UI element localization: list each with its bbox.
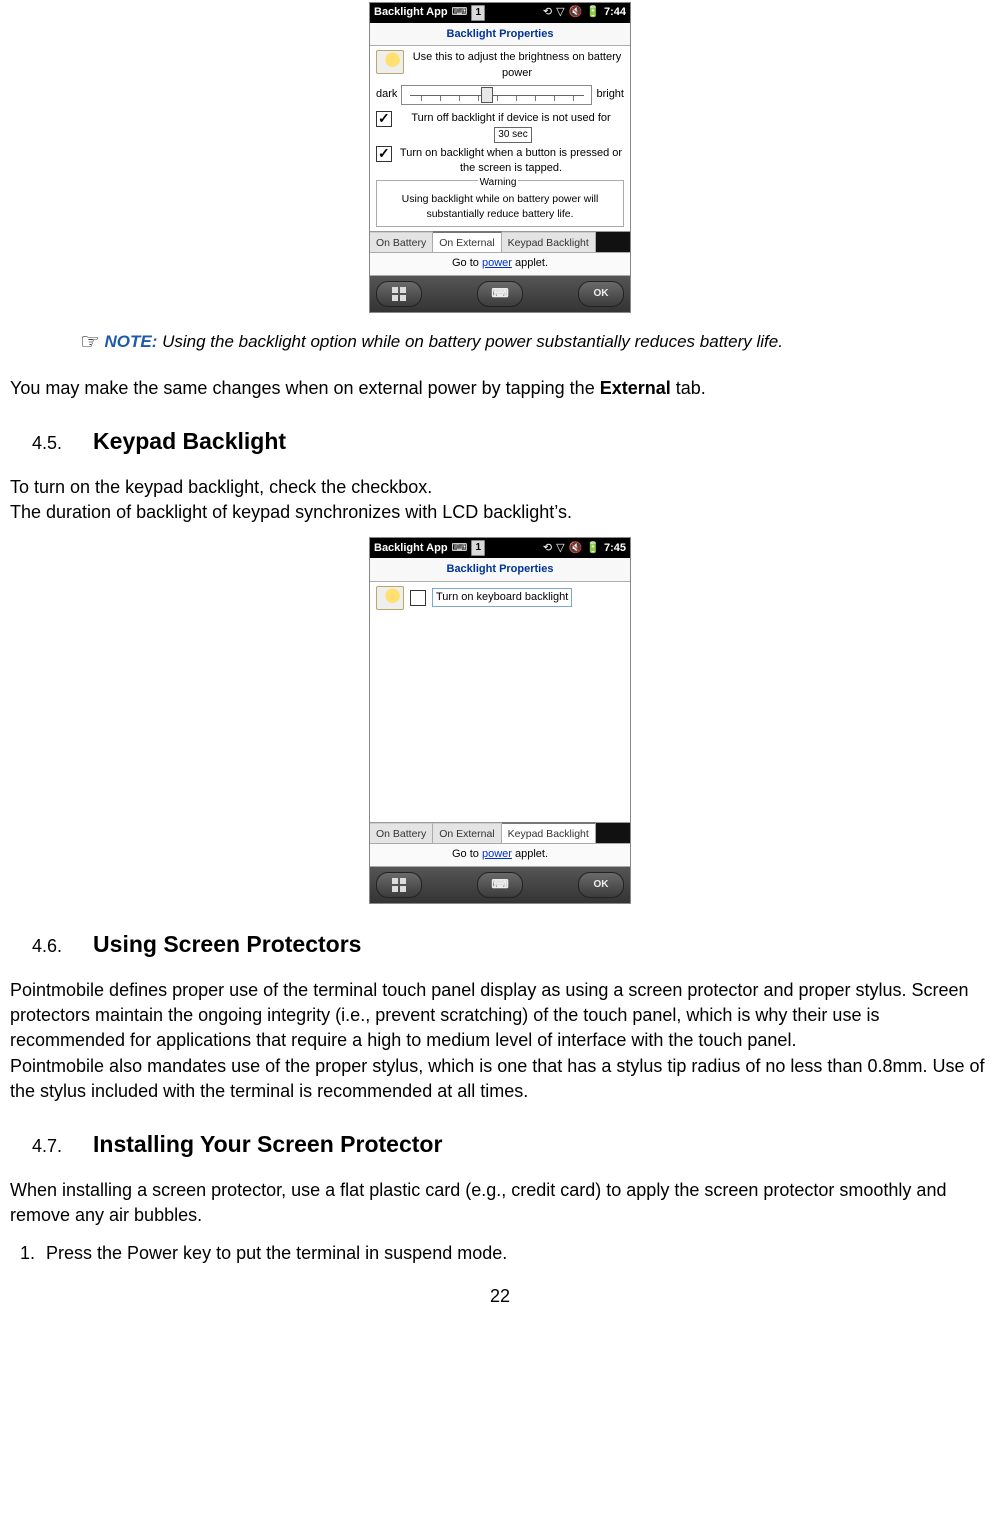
slider-label-bright: bright <box>596 87 624 102</box>
start-button[interactable] <box>376 872 422 898</box>
checkbox-turnon-label: Turn on backlight when a button is press… <box>398 146 624 177</box>
tab-on-external[interactable]: On External <box>433 231 501 253</box>
start-button[interactable] <box>376 281 422 307</box>
checkbox-keyboard-backlight[interactable] <box>410 590 426 606</box>
slider-label-dark: dark <box>376 87 397 102</box>
para-keypad-2: The duration of backlight of keypad sync… <box>10 500 990 525</box>
checkbox-keyboard-backlight-label: Turn on keyboard backlight <box>432 588 572 607</box>
volume-icon: 🔇 <box>569 541 583 556</box>
ok-button[interactable]: OK <box>578 872 624 898</box>
app-title: Backlight App <box>374 541 448 556</box>
tab-strip: On Battery On External Keypad Backlight <box>370 231 630 253</box>
checkbox-turnoff[interactable] <box>376 111 392 127</box>
pointing-hand-icon: ☞ <box>80 329 100 354</box>
status-bar: Backlight App ⌨ 1 ⟲ ▽ 🔇 🔋 7:45 <box>370 538 630 558</box>
para-keypad-1: To turn on the keypad backlight, check t… <box>10 475 990 500</box>
power-link[interactable]: power <box>482 848 512 860</box>
warning-legend: Warning <box>478 177 519 188</box>
keyboard-button[interactable]: ⌨ <box>477 872 523 898</box>
battery-icon: 🔋 <box>586 541 600 556</box>
tab-on-external[interactable]: On External <box>433 823 501 844</box>
timeout-select[interactable]: 30 sec <box>494 127 531 143</box>
sync-icon: ⟲ <box>543 541 552 556</box>
note-line: ☞ NOTE: Using the backlight option while… <box>80 327 990 358</box>
bulb-icon <box>376 50 404 74</box>
section-title: Using Screen Protectors <box>93 931 361 957</box>
soft-key-bar: ⌨ OK <box>370 276 630 312</box>
section-4-6: 4.6. Using Screen Protectors <box>32 928 990 960</box>
note-text: Using the backlight option while on batt… <box>162 332 783 351</box>
battery-icon: 🔋 <box>586 5 600 20</box>
power-link-bar: Go to power applet. <box>370 252 630 275</box>
para-protectors-1: Pointmobile defines proper use of the te… <box>10 978 990 1054</box>
warning-text: Using backlight while on battery power w… <box>381 192 619 221</box>
section-title: Installing Your Screen Protector <box>93 1131 442 1157</box>
soft-key-bar: ⌨ OK <box>370 867 630 903</box>
tab-keypad-backlight[interactable]: Keypad Backlight <box>502 232 596 253</box>
status-bar: Backlight App ⌨ 1 ⟲ ▽ 🔇 🔋 7:44 <box>370 3 630 23</box>
section-4-5: 4.5. Keypad Backlight <box>32 425 990 457</box>
sync-icon: ⟲ <box>543 5 552 20</box>
panel-title: Backlight Properties <box>370 558 630 581</box>
tab-keypad-backlight[interactable]: Keypad Backlight <box>502 822 596 844</box>
keyboard-icon: ⌨ <box>491 876 508 893</box>
install-steps: Press the Power key to put the terminal … <box>10 1241 990 1266</box>
warning-box: Warning Using backlight while on battery… <box>376 180 624 226</box>
app-title: Backlight App <box>374 5 448 20</box>
para-install: When installing a screen protector, use … <box>10 1178 990 1228</box>
power-link-bar: Go to power applet. <box>370 843 630 866</box>
section-number: 4.5. <box>32 433 62 453</box>
bulb-icon <box>376 586 404 610</box>
para-external-tab: You may make the same changes when on ex… <box>10 376 990 401</box>
keyboard-icon: ⌨ <box>452 5 468 20</box>
tab-on-battery[interactable]: On Battery <box>370 823 433 844</box>
note-label: NOTE: <box>104 332 157 351</box>
brightness-hint: Use this to adjust the brightness on bat… <box>410 50 624 81</box>
section-title: Keypad Backlight <box>93 428 286 454</box>
signal-icon: ▽ <box>556 541 564 556</box>
section-4-7: 4.7. Installing Your Screen Protector <box>32 1128 990 1160</box>
brightness-slider[interactable] <box>401 85 592 105</box>
tab-strip: On Battery On External Keypad Backlight <box>370 822 630 844</box>
ok-button[interactable]: OK <box>578 281 624 307</box>
checkbox-turnon[interactable] <box>376 146 392 162</box>
status-chip: 1 <box>471 540 485 556</box>
device-screenshot-1: Backlight App ⌨ 1 ⟲ ▽ 🔇 🔋 7:44 Backlight… <box>369 2 631 313</box>
tab-on-battery[interactable]: On Battery <box>370 232 433 253</box>
status-chip: 1 <box>471 5 485 21</box>
panel-title: Backlight Properties <box>370 23 630 46</box>
keyboard-icon: ⌨ <box>452 541 468 556</box>
signal-icon: ▽ <box>556 5 564 20</box>
keyboard-icon: ⌨ <box>491 285 508 302</box>
section-number: 4.7. <box>32 1136 62 1156</box>
device-screenshot-2: Backlight App ⌨ 1 ⟲ ▽ 🔇 🔋 7:45 Backlight… <box>369 537 631 903</box>
install-step-1: Press the Power key to put the terminal … <box>40 1241 990 1266</box>
checkbox-turnoff-label: Turn off backlight if device is not used… <box>411 112 610 124</box>
page-number: 22 <box>10 1284 990 1309</box>
section-number: 4.6. <box>32 936 62 956</box>
volume-icon: 🔇 <box>569 5 583 20</box>
clock: 7:45 <box>604 541 626 556</box>
keyboard-button[interactable]: ⌨ <box>477 281 523 307</box>
power-link[interactable]: power <box>482 257 512 269</box>
clock: 7:44 <box>604 5 626 20</box>
para-protectors-2: Pointmobile also mandates use of the pro… <box>10 1054 990 1104</box>
